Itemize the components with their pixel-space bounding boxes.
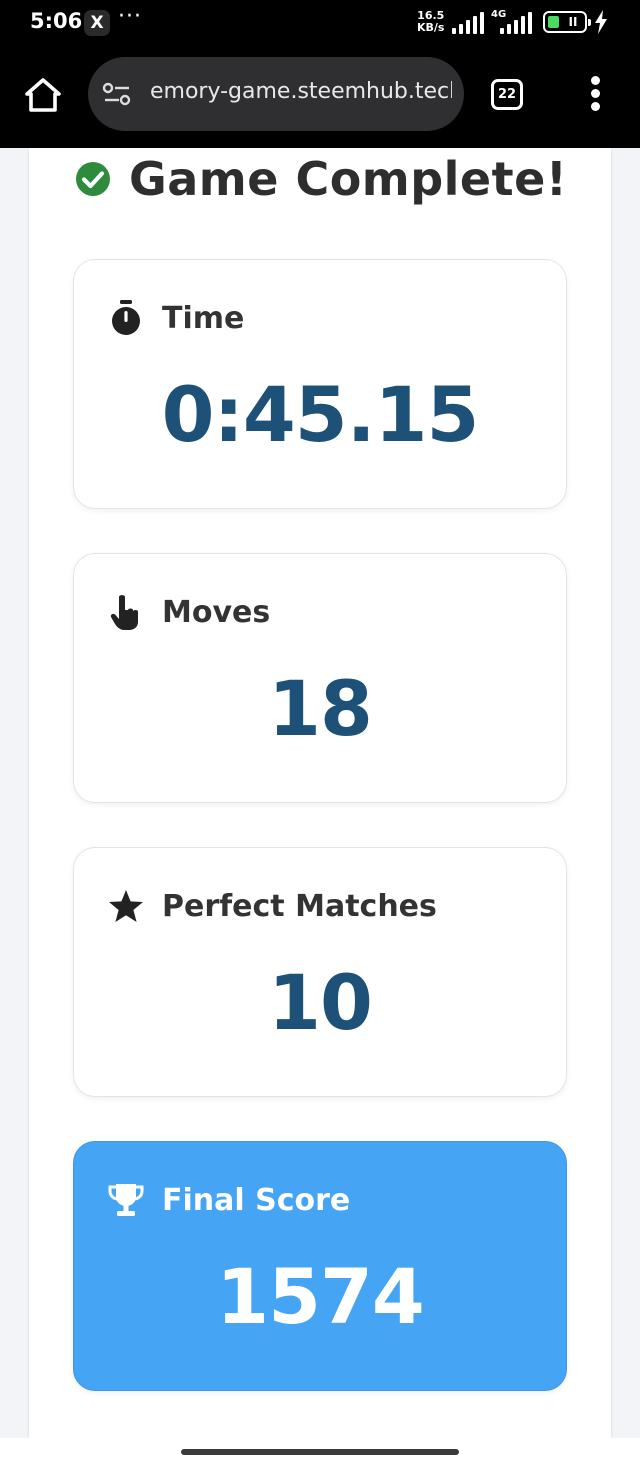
site-settings-icon[interactable] [102, 79, 132, 109]
stopwatch-icon [112, 300, 140, 335]
star-icon [109, 890, 143, 922]
status-time: 5:06 [30, 9, 83, 33]
final-score-label: Final Score [162, 1182, 351, 1218]
x-app-icon: X [84, 10, 110, 36]
url-text[interactable]: emory-game.steemhub.tech [150, 79, 452, 104]
tab-switcher-button[interactable]: 22 [491, 79, 523, 110]
battery-label: II [568, 15, 578, 29]
time-label-row: Time [108, 298, 244, 338]
final-score-label-row: Final Score [108, 1180, 350, 1220]
time-value: 0:45.15 [161, 370, 480, 459]
moves-label-row: Moves [108, 592, 270, 632]
moves-card: Moves 18 [73, 553, 567, 803]
final-score-value: 1574 [216, 1252, 425, 1341]
time-card: Time 0:45.15 [73, 259, 567, 509]
signal-icon [452, 12, 486, 34]
address-bar[interactable]: emory-game.steemhub.tech [88, 57, 464, 131]
perfect-matches-value: 10 [268, 958, 373, 1047]
final-score-card: Final Score 1574 [73, 1141, 567, 1391]
moves-label: Moves [162, 594, 271, 630]
tap-hand-icon [110, 595, 138, 630]
network-speed-unit: KB/s [417, 21, 445, 34]
time-label: Time [162, 300, 245, 336]
results-heading: Game Complete! [75, 150, 567, 208]
perfect-matches-card: Perfect Matches 10 [73, 847, 567, 1097]
signal-4g-icon [500, 12, 534, 34]
results-panel: Game Complete! Time 0:45.15 Moves 18 Per… [29, 148, 611, 1438]
status-bar: 5:06 X ··· 16.5 KB/s 4G II [0, 0, 640, 46]
perfect-matches-label: Perfect Matches [162, 888, 437, 924]
perfect-matches-label-row: Perfect Matches [108, 886, 437, 926]
system-navigation-bar [0, 1438, 640, 1467]
more-notifications-icon: ··· [118, 4, 142, 29]
battery-fill [548, 16, 559, 28]
check-circle-icon [76, 162, 110, 196]
network-speed: 16.5 KB/s [417, 10, 444, 34]
gesture-handle[interactable] [181, 1449, 459, 1455]
moves-value: 18 [268, 664, 373, 753]
overflow-menu-icon[interactable] [586, 76, 606, 112]
battery-icon: II [543, 11, 591, 33]
charging-bolt-icon [595, 10, 607, 34]
results-title: Game Complete! [129, 152, 568, 206]
trophy-icon [108, 1184, 144, 1216]
browser-toolbar: emory-game.steemhub.tech 22 [0, 46, 640, 148]
home-icon[interactable] [24, 76, 62, 114]
